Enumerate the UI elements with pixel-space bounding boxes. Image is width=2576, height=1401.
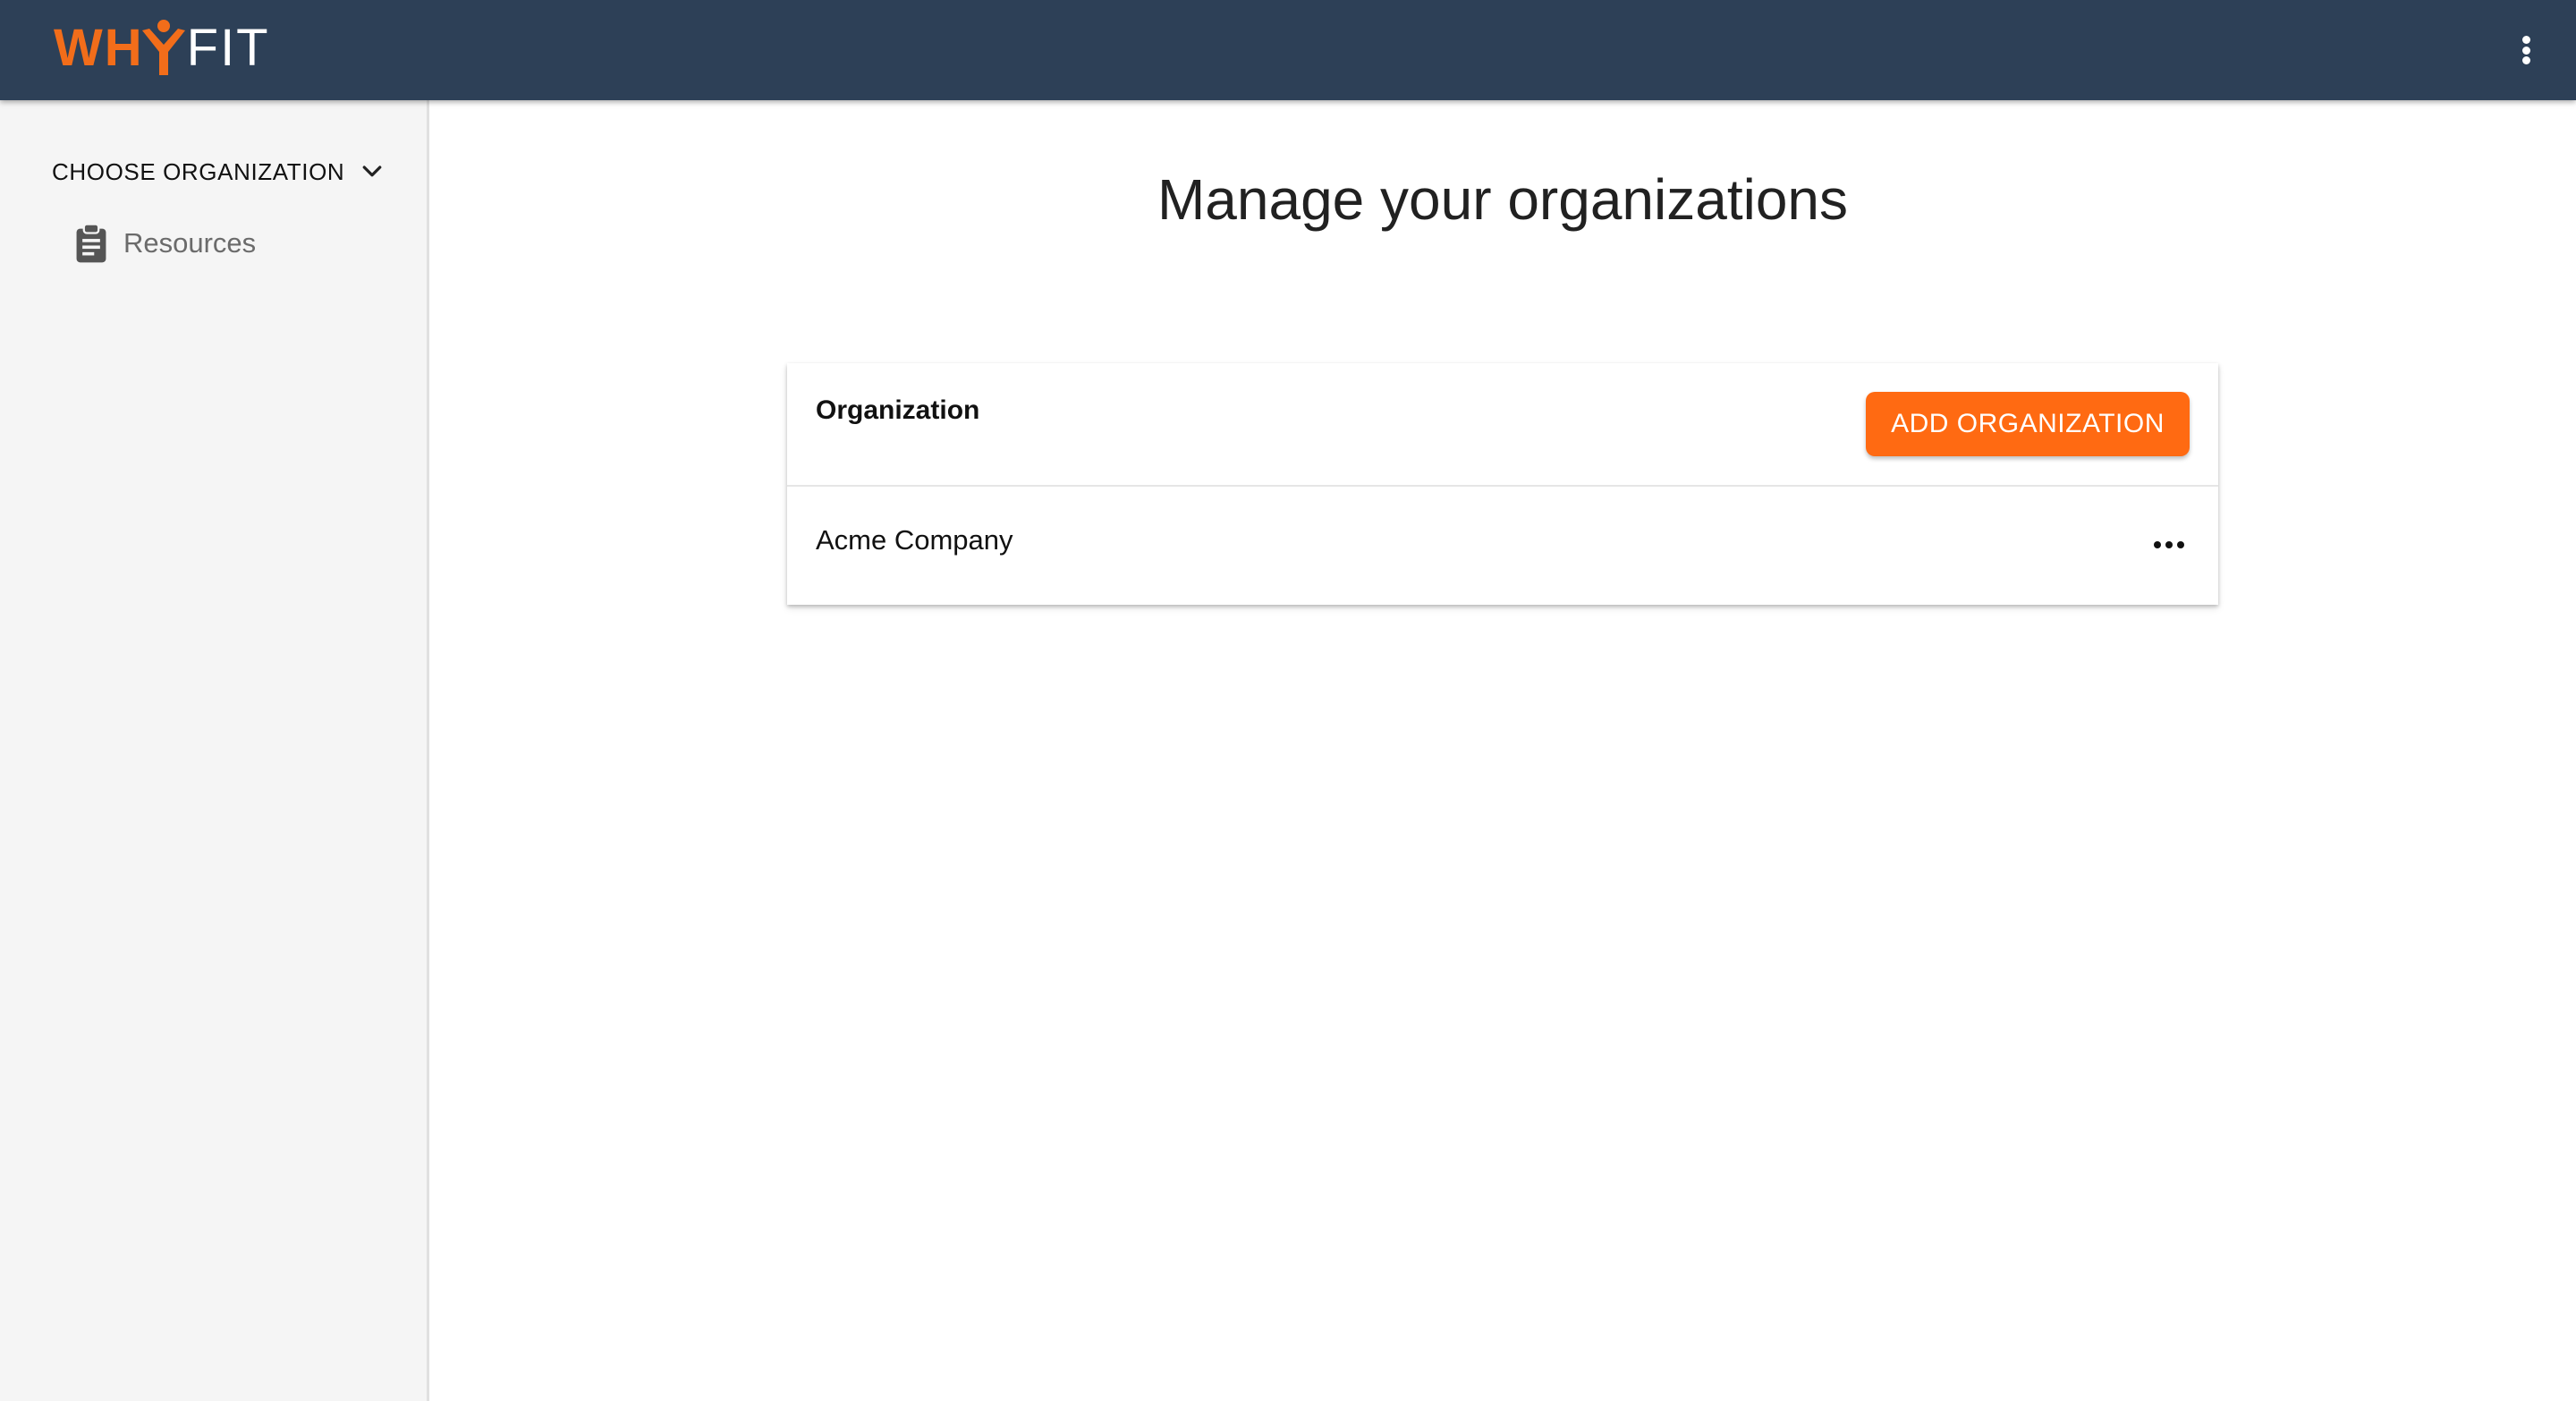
sidebar-item-label: Resources (123, 227, 257, 259)
logo-figure-icon (141, 20, 185, 75)
clipboard-icon (76, 223, 106, 263)
choose-organization-label: CHOOSE ORGANIZATION (52, 157, 345, 185)
choose-organization-dropdown[interactable]: CHOOSE ORGANIZATION (52, 145, 386, 199)
sidebar: CHOOSE ORGANIZATION Resources (0, 100, 429, 1401)
organization-name: Acme Company (816, 524, 1013, 556)
more-vert-icon[interactable] (2510, 30, 2542, 70)
column-header-organization: Organization (816, 395, 980, 425)
sidebar-item-resources[interactable]: Resources (73, 217, 256, 270)
more-horiz-icon[interactable] (2147, 531, 2191, 558)
table-header: Organization ADD ORGANIZATION (787, 363, 2218, 487)
add-organization-button[interactable]: ADD ORGANIZATION (1866, 392, 2190, 456)
chevron-down-icon (362, 166, 382, 177)
page-title: Manage your organizations (1157, 167, 1849, 232)
logo[interactable]: WH FIT (54, 16, 270, 79)
logo-why-text: WH (54, 18, 144, 77)
logo-fit-text: FIT (186, 18, 270, 77)
table-row[interactable]: Acme Company (787, 487, 2218, 605)
app-header: WH FIT (0, 0, 2576, 100)
organizations-table: Organization ADD ORGANIZATION Acme Compa… (787, 363, 2218, 605)
